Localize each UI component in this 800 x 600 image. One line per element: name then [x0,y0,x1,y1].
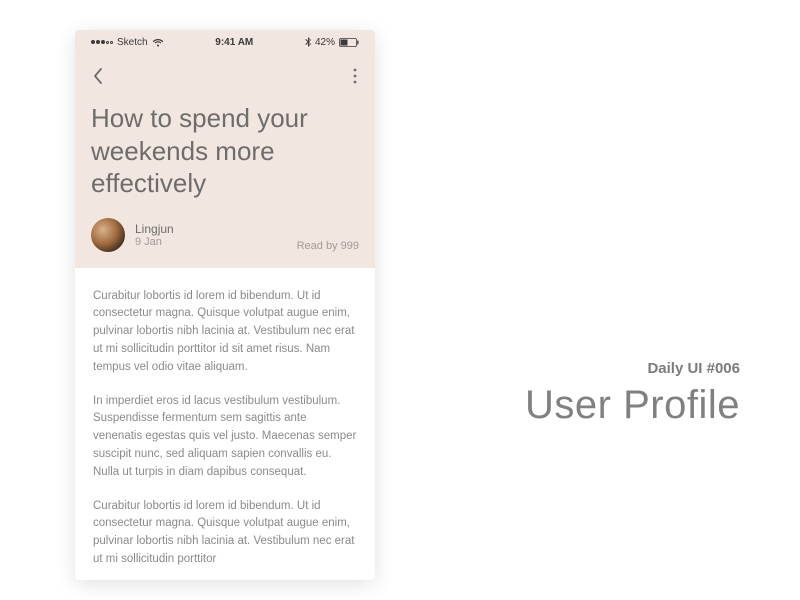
presentation-label: Daily UI #006 User Profile [525,360,740,428]
body-paragraph: In imperdiet eros id lacus vestibulum ve… [93,393,357,482]
challenge-title: User Profile [525,383,740,428]
chevron-left-icon [93,68,103,84]
daily-ui-tag: Daily UI #006 [525,360,740,377]
author-name[interactable]: Lingjun [135,222,287,236]
back-button[interactable] [93,64,117,88]
publish-date: 9 Jan [135,236,287,248]
nav-bar [91,50,359,96]
battery-icon [339,38,359,47]
signal-dots-icon [91,40,113,44]
author-meta: Lingjun 9 Jan [135,222,287,248]
status-bar: Sketch 9:41 AM 42% [91,30,359,50]
bluetooth-icon [305,37,311,47]
status-time: 9:41 AM [215,37,253,48]
article-header: Sketch 9:41 AM 42% [75,30,375,268]
more-vertical-icon [353,68,357,84]
wifi-icon [152,38,164,47]
phone-mockup: Sketch 9:41 AM 42% [75,30,375,580]
carrier-label: Sketch [117,37,148,48]
article-title: How to spend your weekends more effectiv… [91,96,359,218]
status-right: 42% [305,37,359,48]
more-button[interactable] [333,64,357,88]
read-count: Read by 999 [297,240,359,252]
body-paragraph: Curabitur lobortis id lorem id bibendum.… [93,498,357,569]
status-left: Sketch [91,37,164,48]
body-paragraph: Curabitur lobortis id lorem id bibendum.… [93,288,357,377]
avatar[interactable] [91,218,125,252]
battery-percent: 42% [315,37,335,48]
article-body[interactable]: Curabitur lobortis id lorem id bibendum.… [75,268,375,581]
author-row: Lingjun 9 Jan Read by 999 [91,218,359,252]
